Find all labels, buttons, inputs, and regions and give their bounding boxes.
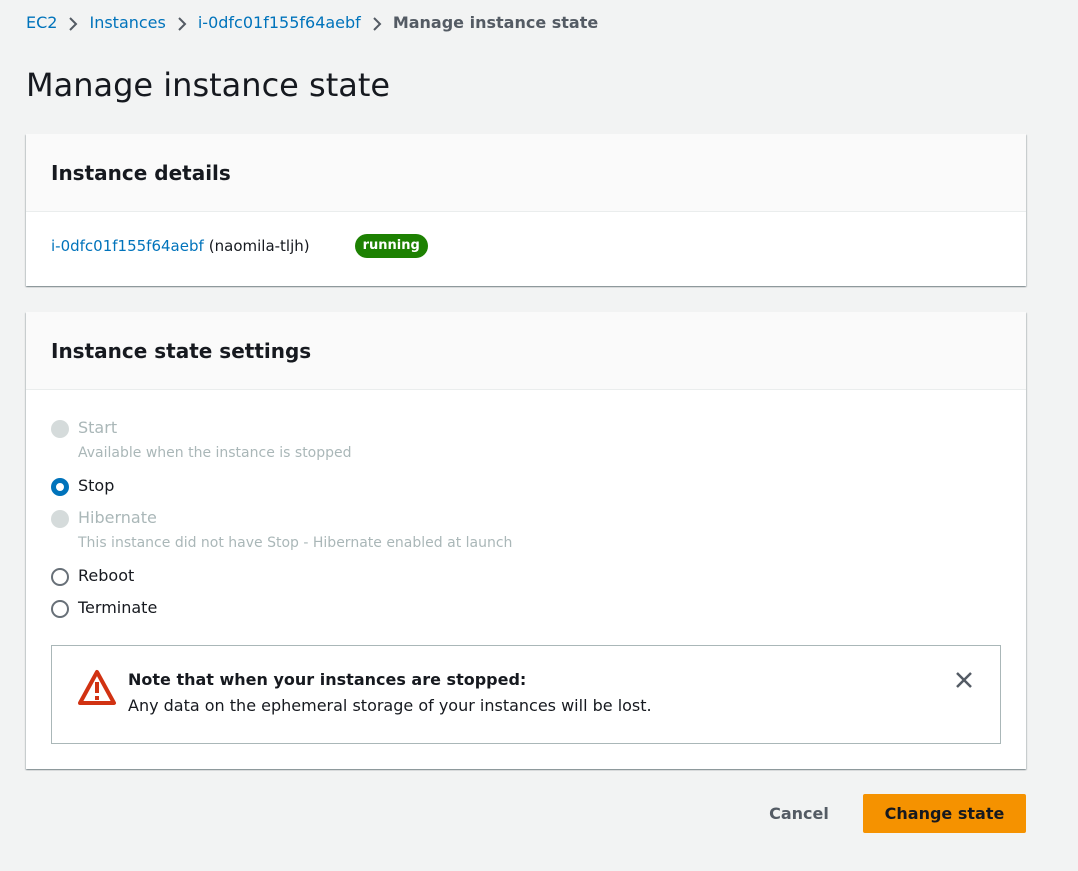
chevron-right-icon: [61, 12, 85, 34]
radio-button-disabled[interactable]: [51, 510, 69, 528]
state-radio-group: Start Available when the instance is sto…: [51, 418, 1001, 631]
breadcrumb-instance-id-link[interactable]: i-0dfc01f155f64aebf: [198, 12, 361, 34]
radio-label: Hibernate: [78, 508, 157, 527]
page-title: Manage instance state: [26, 66, 391, 104]
alert-body: Any data on the ephemeral storage of you…: [128, 696, 652, 715]
change-state-button[interactable]: Change state: [863, 794, 1026, 833]
warning-alert: Note that when your instances are stoppe…: [51, 645, 1001, 744]
radio-button[interactable]: [51, 568, 69, 586]
panel-title: Instance state settings: [51, 338, 312, 363]
chevron-right-icon: [170, 12, 194, 34]
close-icon[interactable]: [954, 670, 974, 694]
instance-row: i-0dfc01f155f64aebf (naomila-tljh) runni…: [51, 234, 428, 258]
radio-hibernate[interactable]: Hibernate This instance did not have Sto…: [51, 508, 1001, 567]
breadcrumb-current: Manage instance state: [392, 13, 599, 32]
breadcrumb-instances-link[interactable]: Instances: [89, 12, 165, 34]
radio-description: This instance did not have Stop - Hibern…: [78, 535, 513, 551]
breadcrumb-ec2-link[interactable]: EC2: [26, 12, 57, 34]
warning-icon: [77, 668, 117, 712]
alert-title: Note that when your instances are stoppe…: [128, 670, 527, 689]
radio-stop[interactable]: Stop: [51, 476, 1001, 509]
instance-name: (naomila-tljh): [208, 237, 310, 255]
breadcrumb: EC2 Instances i-0dfc01f155f64aebf Manage…: [26, 12, 598, 34]
radio-button[interactable]: [51, 600, 69, 618]
radio-button-checked[interactable]: [51, 478, 69, 496]
radio-label: Stop: [78, 476, 115, 495]
radio-button-disabled[interactable]: [51, 420, 69, 438]
radio-label: Start: [78, 418, 118, 437]
radio-description: Available when the instance is stopped: [78, 445, 352, 461]
radio-terminate[interactable]: Terminate: [51, 598, 1001, 631]
panel-title: Instance details: [51, 160, 231, 185]
instance-details-panel: Instance details i-0dfc01f155f64aebf (na…: [26, 134, 1026, 286]
radio-label: Reboot: [78, 566, 135, 585]
panel-header: Instance state settings: [26, 312, 1026, 390]
instance-state-settings-panel: Instance state settings Start Available …: [26, 312, 1026, 769]
chevron-right-icon: [365, 12, 389, 34]
radio-start[interactable]: Start Available when the instance is sto…: [51, 418, 1001, 477]
radio-label: Terminate: [78, 598, 158, 617]
cancel-button[interactable]: Cancel: [752, 794, 846, 833]
panel-header: Instance details: [26, 134, 1026, 212]
instance-id-link[interactable]: i-0dfc01f155f64aebf: [51, 237, 204, 255]
status-badge: running: [354, 234, 428, 258]
radio-reboot[interactable]: Reboot: [51, 566, 1001, 599]
